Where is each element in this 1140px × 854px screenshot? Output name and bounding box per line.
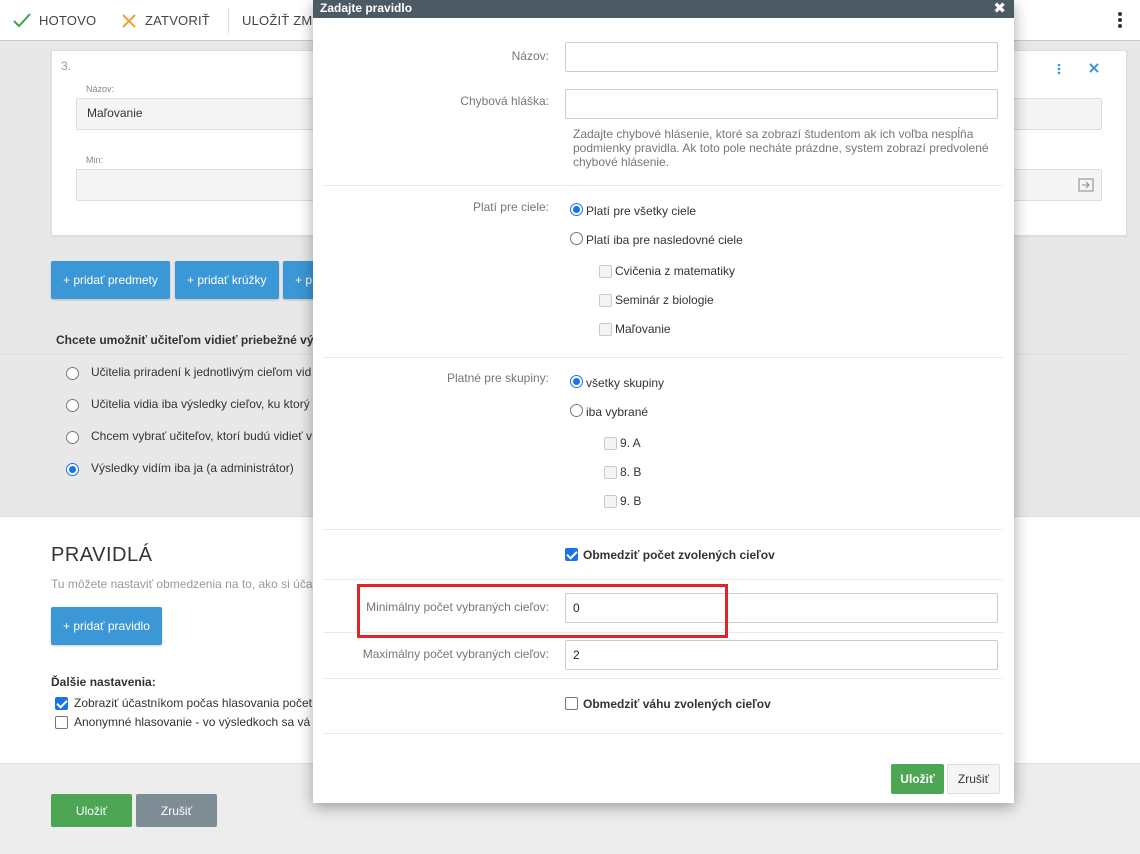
anonymous-label: Anonymné hlasovanie - vo výsledkoch sa v… [74,715,311,729]
show-count-label: Zobraziť účastníkom počas hlasovania poč… [74,696,312,710]
goals-all-label: Platí pre všetky ciele [586,204,697,218]
goal-3-label: Maľovanie [615,322,671,336]
goals-selected-radio[interactable] [570,232,583,245]
dialog-header: Zadajte pravidlo ✖ [313,0,1014,18]
error-message-help: Zadajte chybové hlásenie, ktoré sa zobra… [573,127,989,169]
name-label: Názov: [86,84,115,94]
error-message-label: Chybová hláška: [460,94,549,108]
rule-dialog: Zadajte pravidlo ✖ Názov: Chybová hláška… [313,0,1014,803]
card-delete-icon[interactable] [1089,63,1099,73]
dialog-title: Zadajte pravidlo [320,1,413,15]
dialog-save-button[interactable]: Uložiť [891,764,944,794]
toolbar-divider [228,8,229,33]
error-message-input[interactable] [565,89,998,119]
show-count-checkbox[interactable] [55,697,68,710]
rule-name-input[interactable] [565,42,998,72]
more-settings-heading: Ďalšie nastavenia: [51,675,156,689]
close-icon[interactable]: ✖ [993,0,1006,18]
teachers-option-3-label: Chcem vybrať učiteľov, ktorí budú vidieť… [91,429,313,443]
groups-label: Platné pre skupiny: [446,371,549,385]
groups-selected-label: iba vybrané [586,405,649,419]
close-x-icon [122,13,136,28]
rules-description: Tu môžete nastaviť obmedzenia na to, ako… [51,577,313,591]
add-rule-button[interactable]: + pridať pravidlo [51,607,162,645]
group-1-checkbox[interactable] [604,437,617,450]
groups-all-label: všetky skupiny [586,376,665,390]
goals-all-radio[interactable] [570,203,583,216]
limit-count-label: Obmedziť počet zvolených cieľov [583,548,775,562]
limit-weight-label: Obmedziť váhu zvolených cieľov [583,697,771,711]
group-2-label: 8. B [620,465,642,479]
teachers-option-4-label: Výsledky vidím iba ja (a administrátor) [91,461,294,475]
more-options-icon[interactable] [1113,10,1127,32]
goal-1-checkbox[interactable] [599,265,612,278]
highlight-box [357,584,728,638]
group-2-checkbox[interactable] [604,466,617,479]
groups-selected-radio[interactable] [570,404,583,417]
goal-2-checkbox[interactable] [599,294,612,307]
goal-number: 3. [61,59,72,73]
group-3-checkbox[interactable] [604,495,617,508]
limit-count-checkbox[interactable] [565,548,578,561]
divider [323,733,1003,734]
divider [323,185,1003,186]
teachers-question: Chcete umožniť učiteľom vidieť priebežné… [56,333,314,347]
teachers-option-4-radio[interactable] [66,463,79,476]
checkmark-icon [13,12,31,27]
teachers-option-2-label: Učitelia vidia iba výsledky cieľov, ku k… [91,397,310,411]
goal-2-label: Seminár z biologie [615,293,714,307]
max-goals-input[interactable] [565,640,998,670]
teachers-option-2-radio[interactable] [66,399,79,412]
group-3-label: 9. B [620,494,642,508]
close-button[interactable]: ZATVORIŤ [120,0,210,41]
min-label: Min: [86,155,104,165]
page-save-button[interactable]: Uložiť [51,794,132,827]
rule-name-label: Názov: [511,49,549,63]
goal-1-label: Cvičenia z matematiky [615,264,736,278]
divider [323,357,1003,358]
goal-3-checkbox[interactable] [599,323,612,336]
dialog-cancel-button[interactable]: Zrušiť [947,764,1000,794]
rules-heading: PRAVIDLÁ [51,544,153,566]
page-cancel-button[interactable]: Zrušiť [136,794,217,827]
groups-all-radio[interactable] [570,375,583,388]
login-icon[interactable] [1078,178,1094,192]
goal-name-value: Maľovanie [87,106,143,120]
card-menu-icon[interactable] [1056,63,1062,75]
add-clubs-button[interactable]: + pridať krúžky [175,261,279,299]
teachers-option-3-radio[interactable] [66,431,79,444]
limit-weight-checkbox[interactable] [565,697,578,710]
done-label: HOTOVO [39,13,97,28]
goals-selected-label: Platí iba pre nasledovné ciele [586,233,743,247]
close-label: ZATVORIŤ [145,13,210,28]
teachers-option-1-label: Učitelia priradení k jednotlivým cieľom … [91,365,312,379]
teachers-option-1-radio[interactable] [66,367,79,380]
add-subjects-button[interactable]: + pridať predmety [51,261,170,299]
group-1-label: 9. A [620,436,641,450]
anonymous-checkbox[interactable] [55,716,68,729]
max-goals-label: Maximálny počet vybraných cieľov: [362,647,549,661]
goals-label: Platí pre ciele: [472,200,549,214]
divider [323,579,1003,580]
done-button[interactable]: HOTOVO [12,0,96,41]
divider [323,678,1003,679]
divider [323,529,1003,530]
